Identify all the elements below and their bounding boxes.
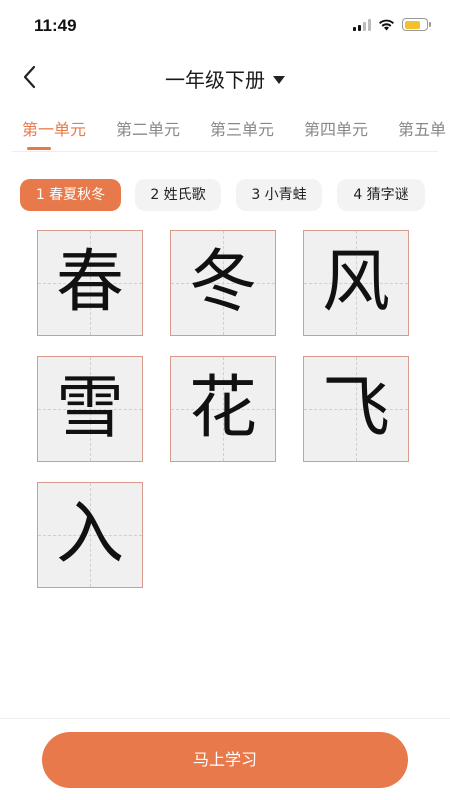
lesson-chip-2[interactable]: 2 姓氏歌 <box>135 179 221 211</box>
tab-unit-3[interactable]: 第三单元 <box>210 116 274 140</box>
divider <box>0 718 450 719</box>
character-card[interactable]: 花 <box>170 356 276 462</box>
character-card[interactable]: 春 <box>37 230 143 336</box>
cellular-signal-icon <box>353 18 371 31</box>
tab-unit-2[interactable]: 第二单元 <box>116 116 180 140</box>
status-icons <box>353 18 431 31</box>
nav-bar: 一年级下册 <box>0 52 450 102</box>
active-tab-indicator <box>27 147 51 150</box>
character-glyph: 入 <box>55 495 124 574</box>
status-time: 11:49 <box>34 16 77 35</box>
battery-icon <box>402 18 431 31</box>
battery-level <box>404 20 421 29</box>
lesson-chip-4[interactable]: 4 猜字谜 <box>337 179 425 211</box>
character-card[interactable]: 入 <box>37 482 143 588</box>
wifi-icon <box>379 19 394 31</box>
tab-unit-4[interactable]: 第四单元 <box>304 116 368 140</box>
tab-unit-1[interactable]: 第一单元 <box>22 116 86 140</box>
character-glyph: 飞 <box>321 369 390 448</box>
start-learning-button[interactable]: 马上学习 <box>42 732 408 788</box>
lesson-chips: 1 春夏秋冬 2 姓氏歌 3 小青蛙 4 猜字谜 <box>0 179 450 211</box>
character-glyph: 春 <box>55 243 124 322</box>
page-title: 一年级下册 <box>165 68 265 92</box>
unit-tabs: 第一单元 第二单元 第三单元 第四单元 第五单 <box>0 112 450 152</box>
lesson-chip-3[interactable]: 3 小青蛙 <box>236 179 322 211</box>
character-glyph: 风 <box>321 243 390 322</box>
character-glyph: 花 <box>188 369 257 448</box>
lesson-chip-1[interactable]: 1 春夏秋冬 <box>20 179 121 211</box>
tab-unit-5[interactable]: 第五单 <box>398 116 446 140</box>
character-glyph: 雪 <box>55 369 124 448</box>
character-card[interactable]: 风 <box>303 230 409 336</box>
grade-selector[interactable]: 一年级下册 <box>0 64 450 93</box>
status-bar: 11:49 <box>0 0 450 52</box>
character-card[interactable]: 飞 <box>303 356 409 462</box>
character-glyph: 冬 <box>188 243 257 322</box>
character-card[interactable]: 冬 <box>170 230 276 336</box>
character-card[interactable]: 雪 <box>37 356 143 462</box>
divider <box>12 151 438 152</box>
caret-down-icon <box>273 76 285 84</box>
